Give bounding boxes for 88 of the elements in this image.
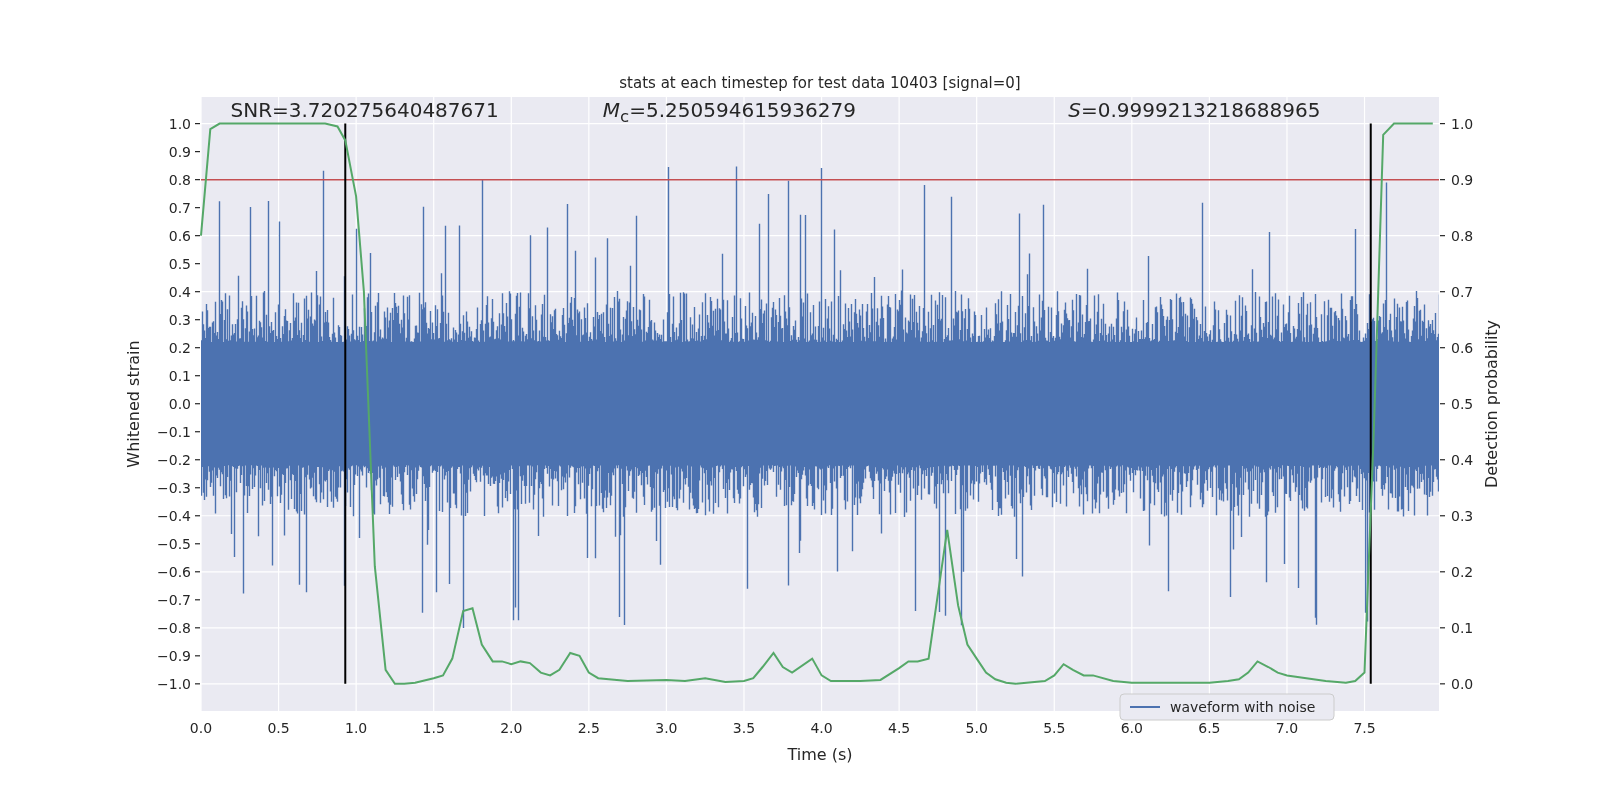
chart-title: stats at each timestep for test data 10403 [signal=0] — [619, 74, 1021, 92]
x-tick-label: 2.0 — [500, 720, 523, 736]
right-tick-label: 0.9 — [1451, 171, 1474, 188]
legend-label: waveform with noise — [1170, 699, 1316, 715]
x-tick-label: 3.0 — [655, 720, 678, 736]
tick-mark — [194, 263, 201, 265]
right-tick-label: 0.4 — [1451, 451, 1474, 468]
y-tick-label: 0.4 — [168, 283, 191, 300]
tick-mark — [1439, 515, 1446, 517]
y-tick-label: −0.9 — [157, 647, 191, 664]
tick-mark — [194, 515, 201, 517]
x-tick-label: 1.5 — [422, 720, 445, 736]
y-tick-label: −0.4 — [157, 507, 191, 524]
x-tick-label: 0.5 — [267, 720, 290, 736]
tick-mark — [194, 123, 201, 125]
y-axis-label: Whitened strain — [124, 340, 143, 468]
tick-mark — [194, 347, 201, 349]
x-tick-label: 2.5 — [577, 720, 600, 736]
tick-mark — [1439, 179, 1446, 181]
tick-mark — [194, 375, 201, 377]
tick-mark — [194, 235, 201, 237]
tick-mark — [194, 683, 201, 685]
right-tick-label: 0.5 — [1451, 395, 1474, 412]
tick-mark — [194, 655, 201, 657]
y-tick-label: −0.7 — [157, 591, 191, 608]
x-tick-label: 5.5 — [1043, 720, 1066, 736]
y-tick-label: −1.0 — [157, 675, 191, 692]
stat-annotation: SNR=3.720275640487671 — [230, 97, 499, 122]
x-tick-label: 4.0 — [810, 720, 833, 736]
right-tick-label: 0.2 — [1451, 563, 1474, 580]
tick-mark — [194, 543, 201, 545]
y-tick-label: 1.0 — [168, 115, 191, 132]
tick-mark — [194, 403, 201, 405]
stat-annotation: S=0.9999213218688965 — [1068, 97, 1321, 122]
tick-mark — [194, 431, 201, 433]
y-tick-label: 0.7 — [168, 199, 191, 216]
tick-mark — [1439, 683, 1446, 685]
x-tick-label: 7.5 — [1353, 720, 1376, 736]
x-tick-label: 0.0 — [189, 720, 213, 736]
tick-mark — [194, 319, 201, 321]
y-tick-label: 0.5 — [168, 255, 191, 272]
tick-mark — [194, 291, 201, 293]
right-tick-label: 1.0 — [1451, 115, 1474, 132]
tick-mark — [194, 571, 201, 573]
right-tick-label: 0.3 — [1451, 507, 1474, 524]
x-axis-label: Time (s) — [787, 745, 853, 764]
y-tick-label: 0.3 — [168, 311, 191, 328]
x-tick-label: 5.0 — [965, 720, 988, 736]
tick-mark — [1439, 123, 1446, 125]
right-axis-label: Detection probability — [1482, 319, 1501, 489]
y-tick-label: 0.9 — [168, 143, 191, 160]
tick-mark — [194, 599, 201, 601]
tick-mark — [1439, 627, 1446, 629]
tick-mark — [194, 487, 201, 489]
y-tick-label: −0.2 — [157, 451, 191, 468]
tick-mark — [194, 207, 201, 209]
x-tick-label: 1.0 — [345, 720, 368, 736]
tick-mark — [1439, 291, 1446, 293]
y-tick-label: 0.1 — [168, 367, 191, 384]
right-tick-label: 0.0 — [1451, 675, 1474, 692]
tick-mark — [1439, 459, 1446, 461]
tick-mark — [1439, 571, 1446, 573]
y-tick-label: −0.1 — [157, 423, 191, 440]
y-tick-label: 0.2 — [168, 339, 191, 356]
tick-mark — [194, 459, 201, 461]
x-tick-label: 6.0 — [1120, 720, 1143, 736]
right-tick-label: 0.7 — [1451, 283, 1474, 300]
x-tick-label: 6.5 — [1198, 720, 1221, 736]
x-tick-label: 7.0 — [1275, 720, 1299, 736]
tick-mark — [194, 179, 201, 181]
x-tick-label: 4.5 — [888, 720, 911, 736]
y-tick-label: 0.0 — [168, 395, 191, 412]
y-tick-label: 0.6 — [168, 227, 191, 244]
y-tick-label: −0.3 — [157, 479, 191, 496]
y-tick-label: −0.6 — [157, 563, 191, 580]
right-tick-label: 0.1 — [1451, 619, 1474, 636]
tick-mark — [194, 627, 201, 629]
y-tick-label: 0.8 — [168, 171, 191, 188]
tick-mark — [1439, 347, 1446, 349]
tick-mark — [1439, 235, 1446, 237]
y-tick-label: −0.8 — [157, 619, 191, 636]
tick-mark — [194, 151, 201, 153]
x-tick-label: 3.5 — [732, 720, 756, 736]
y-tick-label: −0.5 — [157, 535, 191, 552]
right-tick-label: 0.6 — [1451, 339, 1474, 356]
tick-mark — [1439, 403, 1446, 405]
right-tick-label: 0.8 — [1451, 227, 1474, 244]
stat-annotation: M$_{c}$=5.250594615936279 — [602, 97, 856, 128]
